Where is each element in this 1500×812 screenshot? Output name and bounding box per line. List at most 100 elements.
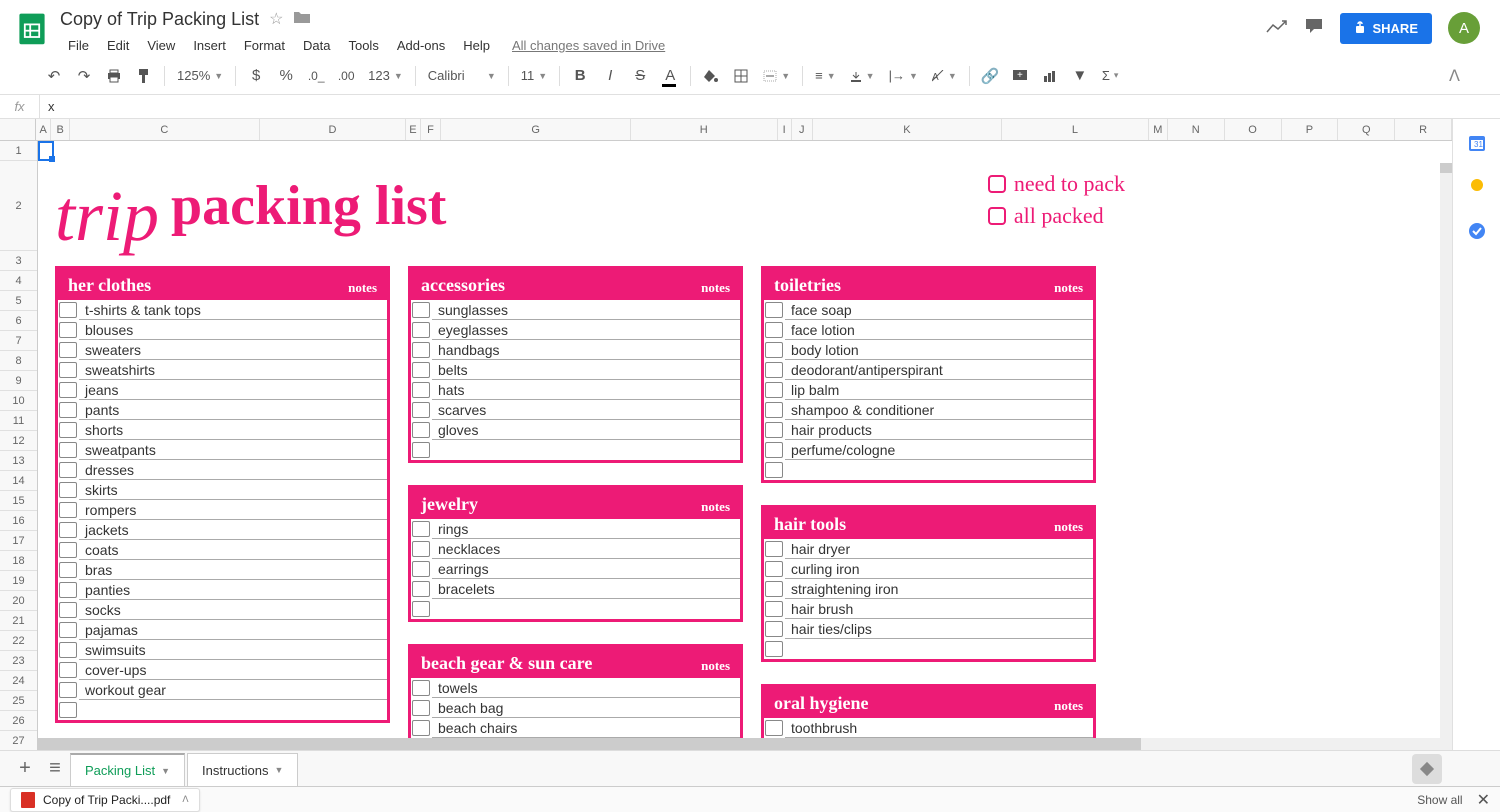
list-item[interactable]: cover-ups: [58, 660, 387, 680]
comment-button[interactable]: +: [1006, 62, 1034, 90]
list-item[interactable]: jackets: [58, 520, 387, 540]
checkbox[interactable]: [412, 422, 430, 438]
dec-decrease-button[interactable]: .0_: [302, 62, 330, 90]
row-header-22[interactable]: 22: [0, 631, 37, 651]
percent-button[interactable]: %: [272, 62, 300, 90]
checkbox[interactable]: [59, 422, 77, 438]
checkbox[interactable]: [412, 382, 430, 398]
checkbox[interactable]: [59, 542, 77, 558]
list-item[interactable]: body lotion: [764, 340, 1093, 360]
list-item[interactable]: t-shirts & tank tops: [58, 300, 387, 320]
list-item[interactable]: blouses: [58, 320, 387, 340]
list-item[interactable]: sunglasses: [411, 300, 740, 320]
checkbox[interactable]: [765, 601, 783, 617]
col-header-O[interactable]: O: [1225, 119, 1282, 140]
chart-button[interactable]: [1036, 62, 1064, 90]
checkbox[interactable]: [412, 601, 430, 617]
calendar-icon[interactable]: 31: [1467, 133, 1487, 153]
wrap-button[interactable]: |→▼: [883, 68, 924, 83]
item-label[interactable]: workout gear: [79, 680, 387, 700]
item-label[interactable]: perfume/cologne: [785, 440, 1093, 460]
row-header-8[interactable]: 8: [0, 351, 37, 371]
item-label[interactable]: [79, 700, 387, 720]
checkbox[interactable]: [59, 702, 77, 718]
checkbox[interactable]: [765, 362, 783, 378]
bold-button[interactable]: B: [566, 62, 594, 90]
checkbox[interactable]: [412, 581, 430, 597]
checkbox[interactable]: [765, 581, 783, 597]
close-download-bar[interactable]: ✕: [1477, 790, 1490, 810]
item-label[interactable]: toothbrush: [785, 718, 1093, 738]
zoom-select[interactable]: 125%▼: [171, 68, 229, 83]
show-all-button[interactable]: Show all: [1417, 793, 1462, 807]
row-header-11[interactable]: 11: [0, 411, 37, 431]
list-item[interactable]: shampoo & conditioner: [764, 400, 1093, 420]
tasks-icon[interactable]: [1467, 221, 1487, 241]
list-item[interactable]: hats: [411, 380, 740, 400]
item-label[interactable]: jackets: [79, 520, 387, 540]
row-header-21[interactable]: 21: [0, 611, 37, 631]
functions-button[interactable]: Σ▾: [1096, 68, 1125, 83]
item-label[interactable]: face lotion: [785, 320, 1093, 340]
checkbox[interactable]: [412, 342, 430, 358]
font-select[interactable]: Calibri▼: [422, 68, 502, 83]
tab-packing-list[interactable]: Packing List ▼: [70, 753, 185, 786]
list-item[interactable]: sweatshirts: [58, 360, 387, 380]
redo-button[interactable]: ↷: [70, 62, 98, 90]
checkbox[interactable]: [412, 442, 430, 458]
col-header-J[interactable]: J: [792, 119, 813, 140]
list-item[interactable]: belts: [411, 360, 740, 380]
formula-input[interactable]: x: [40, 99, 1500, 114]
horizontal-scrollbar[interactable]: [38, 738, 1452, 750]
list-item[interactable]: hair products: [764, 420, 1093, 440]
item-label[interactable]: belts: [432, 360, 740, 380]
share-button[interactable]: SHARE: [1340, 13, 1432, 44]
item-label[interactable]: jeans: [79, 380, 387, 400]
item-label[interactable]: socks: [79, 600, 387, 620]
list-item[interactable]: jeans: [58, 380, 387, 400]
list-item[interactable]: handbags: [411, 340, 740, 360]
borders-button[interactable]: [727, 62, 755, 90]
item-label[interactable]: rompers: [79, 500, 387, 520]
row-header-16[interactable]: 16: [0, 511, 37, 531]
list-item[interactable]: pajamas: [58, 620, 387, 640]
checkbox[interactable]: [412, 521, 430, 537]
checkbox[interactable]: [59, 602, 77, 618]
list-item[interactable]: towels: [411, 678, 740, 698]
item-label[interactable]: coats: [79, 540, 387, 560]
row-header-20[interactable]: 20: [0, 591, 37, 611]
checkbox[interactable]: [59, 502, 77, 518]
star-icon[interactable]: ☆: [269, 9, 283, 29]
item-label[interactable]: pants: [79, 400, 387, 420]
menu-add-ons[interactable]: Add-ons: [389, 34, 453, 57]
print-button[interactable]: [100, 62, 128, 90]
checkbox[interactable]: [59, 562, 77, 578]
item-label[interactable]: skirts: [79, 480, 387, 500]
item-label[interactable]: hair brush: [785, 599, 1093, 619]
item-label[interactable]: cover-ups: [79, 660, 387, 680]
currency-button[interactable]: $: [242, 62, 270, 90]
list-item[interactable]: hair ties/clips: [764, 619, 1093, 639]
item-label[interactable]: [432, 440, 740, 460]
row-header-25[interactable]: 25: [0, 691, 37, 711]
tab-instructions[interactable]: Instructions ▼: [187, 753, 298, 786]
checkbox[interactable]: [59, 522, 77, 538]
trend-icon[interactable]: [1266, 18, 1288, 39]
checkbox[interactable]: [59, 362, 77, 378]
item-label[interactable]: straightening iron: [785, 579, 1093, 599]
item-label[interactable]: hair products: [785, 420, 1093, 440]
col-header-H[interactable]: H: [631, 119, 778, 140]
item-label[interactable]: handbags: [432, 340, 740, 360]
item-label[interactable]: beach chairs: [432, 718, 740, 738]
row-header-19[interactable]: 19: [0, 571, 37, 591]
list-item[interactable]: pants: [58, 400, 387, 420]
checkbox[interactable]: [765, 302, 783, 318]
row-header-3[interactable]: 3: [0, 251, 37, 271]
row-header-1[interactable]: 1: [0, 141, 37, 161]
row-header-18[interactable]: 18: [0, 551, 37, 571]
item-label[interactable]: [785, 460, 1093, 480]
list-item[interactable]: swimsuits: [58, 640, 387, 660]
checkbox[interactable]: [59, 382, 77, 398]
folder-icon[interactable]: [293, 10, 311, 29]
italic-button[interactable]: I: [596, 62, 624, 90]
